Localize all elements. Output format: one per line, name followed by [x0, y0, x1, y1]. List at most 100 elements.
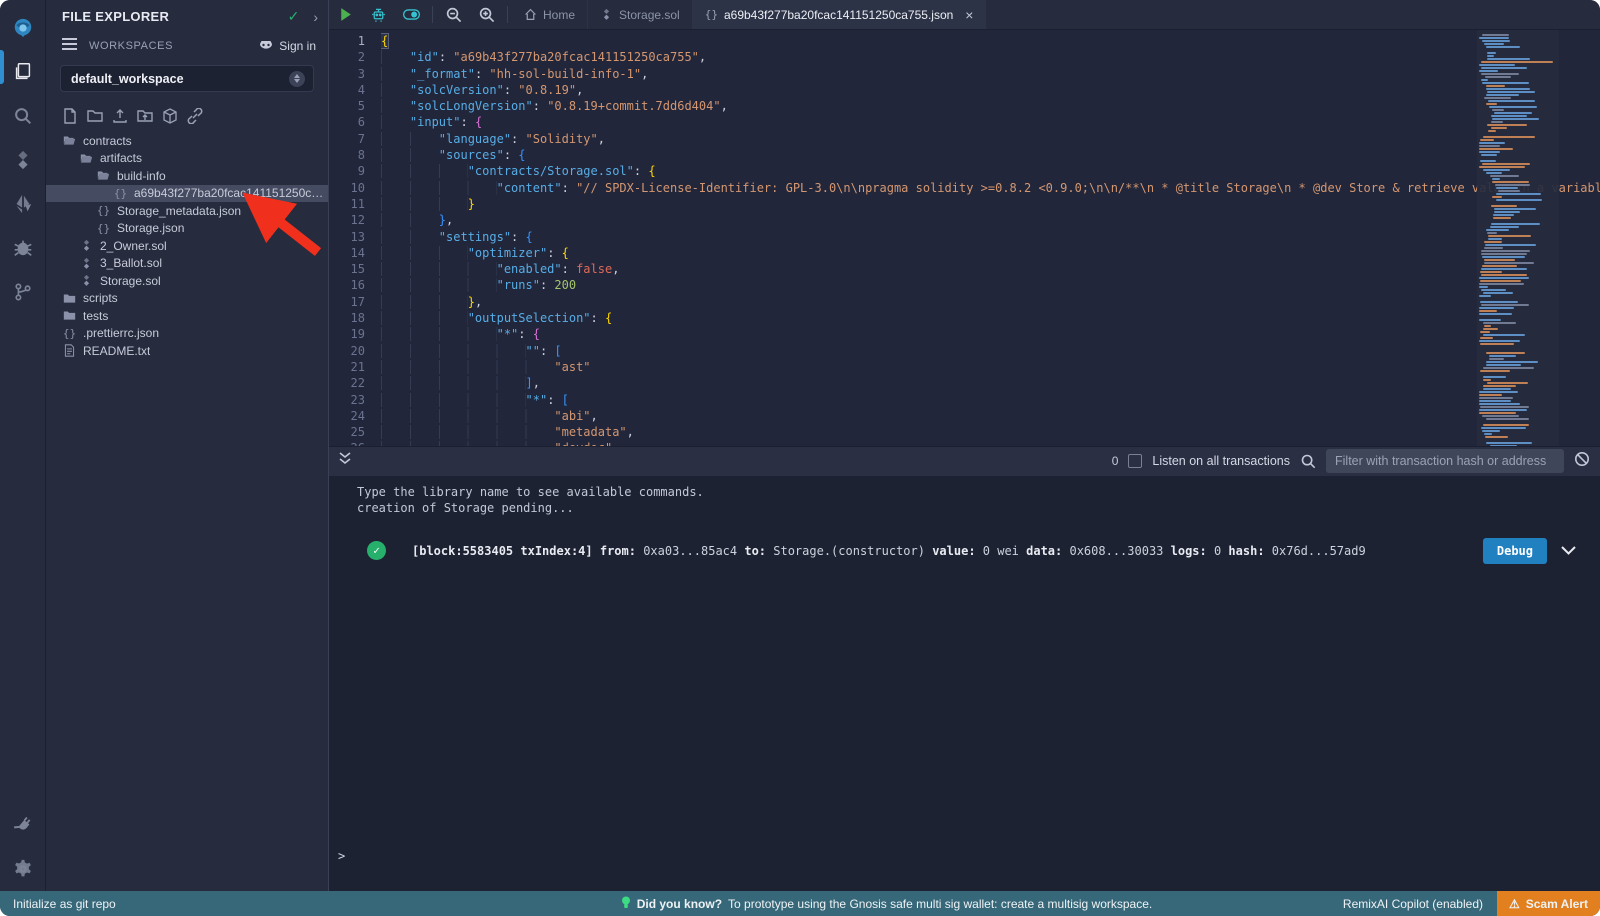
terminal-search-icon[interactable]: [1300, 453, 1316, 469]
run-script-button[interactable]: [329, 0, 362, 29]
clear-console-icon[interactable]: [1574, 451, 1590, 472]
cube-icon[interactable]: [162, 108, 178, 124]
line-number: 19: [329, 326, 381, 342]
debug-button[interactable]: Debug: [1483, 538, 1547, 564]
code-line[interactable]: 9 "contracts/Storage.sol": {: [329, 163, 1600, 179]
close-tab-icon[interactable]: ×: [965, 7, 973, 23]
code-line[interactable]: 24 "abi",: [329, 408, 1600, 424]
tree-item[interactable]: {}Storage.json: [46, 220, 328, 238]
terminal-collapse-icon[interactable]: [335, 450, 355, 472]
tree-item[interactable]: tests: [46, 307, 328, 325]
deploy-run-icon[interactable]: [0, 182, 46, 226]
workspaces-menu-icon[interactable]: [62, 37, 77, 55]
tree-item[interactable]: artifacts: [46, 150, 328, 168]
json-icon: {}: [96, 204, 111, 217]
code-line[interactable]: 5 "solcLongVersion": "0.8.19+commit.7dd6…: [329, 98, 1600, 114]
code-line[interactable]: 21 "ast": [329, 359, 1600, 375]
tree-item[interactable]: {}.prettierrc.json: [46, 325, 328, 343]
tree-item[interactable]: contracts: [46, 132, 328, 150]
line-number: 5: [329, 98, 381, 114]
panel-expand-icon[interactable]: ›: [313, 9, 318, 25]
code-line[interactable]: 22 ],: [329, 375, 1600, 391]
code-line[interactable]: 2 "id": "a69b43f277ba20fcac141151250ca75…: [329, 49, 1600, 65]
scam-alert-badge[interactable]: ⚠ Scam Alert: [1497, 891, 1600, 916]
terminal-prompt[interactable]: >: [338, 849, 345, 863]
terminal[interactable]: Type the library name to see available c…: [329, 476, 1600, 892]
tip-text: To prototype using the Gnosis safe multi…: [728, 897, 1152, 911]
file-explorer-icon[interactable]: [0, 50, 46, 94]
code-line[interactable]: 23 "*": [: [329, 392, 1600, 408]
tree-item-label: Storage.json: [117, 221, 184, 235]
code-line[interactable]: 15 "enabled": false,: [329, 261, 1600, 277]
tree-item[interactable]: 2_Owner.sol: [46, 237, 328, 255]
line-number: 8: [329, 147, 381, 163]
tree-item[interactable]: README.txt: [46, 342, 328, 360]
new-file-icon[interactable]: [62, 108, 78, 124]
code-line[interactable]: 4 "solcVersion": "0.8.19",: [329, 82, 1600, 98]
sign-in-button[interactable]: Sign in: [258, 39, 316, 53]
code-line[interactable]: 12 },: [329, 212, 1600, 228]
line-number: 10: [329, 180, 381, 196]
tree-item[interactable]: {}a69b43f277ba20fcac141151250ca7...: [46, 185, 328, 203]
tree-item[interactable]: {}Storage_metadata.json: [46, 202, 328, 220]
git-init-status[interactable]: Initialize as git repo: [0, 897, 430, 911]
upload-folder-icon[interactable]: [137, 108, 153, 124]
line-number: 14: [329, 245, 381, 261]
ai-copilot-robot-icon[interactable]: [362, 0, 395, 29]
code-line[interactable]: 7 "language": "Solidity",: [329, 131, 1600, 147]
minimap[interactable]: [1477, 30, 1559, 446]
code-line[interactable]: 18 "outputSelection": {: [329, 310, 1600, 326]
tree-item-label: Storage.sol: [100, 274, 161, 288]
code-line[interactable]: 8 "sources": {: [329, 147, 1600, 163]
code-line[interactable]: 10 "content": "// SPDX-License-Identifie…: [329, 180, 1600, 196]
listen-all-checkbox[interactable]: [1128, 454, 1142, 468]
code-line[interactable]: 17 },: [329, 294, 1600, 310]
editor-tabbar: Home Storage.sol {} a69b43f277ba20fcac14…: [329, 0, 1600, 30]
copilot-status[interactable]: RemixAI Copilot (enabled): [1343, 897, 1483, 911]
copilot-toggle[interactable]: [395, 0, 428, 29]
tab-storage-sol[interactable]: Storage.sol: [588, 0, 693, 29]
code-line[interactable]: 19 "*": {: [329, 326, 1600, 342]
folder-icon: [62, 292, 77, 305]
file-icon: [62, 344, 77, 357]
solidity-compiler-icon[interactable]: [0, 138, 46, 182]
link-icon[interactable]: [187, 108, 203, 124]
warning-icon: ⚠: [1509, 897, 1520, 911]
github-icon: [258, 39, 274, 53]
workspace-select[interactable]: default_workspace: [60, 65, 314, 92]
zoom-in-icon[interactable]: [470, 0, 503, 29]
tab-build-info-json[interactable]: {} a69b43f277ba20fcac141151250ca755.json…: [693, 0, 987, 29]
settings-gear-icon[interactable]: [0, 847, 46, 891]
code-line[interactable]: 26 "devdoc",: [329, 440, 1600, 445]
line-number: 24: [329, 408, 381, 424]
debugger-icon[interactable]: [0, 226, 46, 270]
code-line[interactable]: 20 "": [: [329, 343, 1600, 359]
json-icon: {}: [113, 187, 128, 200]
plugin-manager-icon[interactable]: [0, 803, 46, 847]
code-line[interactable]: 6 "input": {: [329, 114, 1600, 130]
remix-logo-icon[interactable]: [0, 6, 46, 50]
line-number: 16: [329, 277, 381, 293]
git-icon[interactable]: [0, 270, 46, 314]
code-line[interactable]: 3 "_format": "hh-sol-build-info-1",: [329, 66, 1600, 82]
code-line[interactable]: 13 "settings": {: [329, 229, 1600, 245]
tab-home[interactable]: Home: [512, 0, 588, 29]
code-line[interactable]: 11 }: [329, 196, 1600, 212]
zoom-out-icon[interactable]: [437, 0, 470, 29]
tx-filter-input[interactable]: [1326, 449, 1564, 473]
tx-expand-icon[interactable]: [1561, 546, 1576, 555]
tree-item[interactable]: scripts: [46, 290, 328, 308]
code-line[interactable]: 14 "optimizer": {: [329, 245, 1600, 261]
tree-item[interactable]: build-info: [46, 167, 328, 185]
terminal-log-line: Type the library name to see available c…: [357, 484, 1600, 500]
new-folder-icon[interactable]: [87, 108, 103, 124]
code-editor[interactable]: 1{2 "id": "a69b43f277ba20fcac141151250ca…: [329, 30, 1600, 446]
upload-file-icon[interactable]: [112, 108, 128, 124]
search-icon[interactable]: [0, 94, 46, 138]
folder-open-icon: [79, 152, 94, 165]
code-line[interactable]: 16 "runs": 200: [329, 277, 1600, 293]
code-line[interactable]: 1{: [329, 33, 1600, 49]
tree-item[interactable]: Storage.sol: [46, 272, 328, 290]
code-line[interactable]: 25 "metadata",: [329, 424, 1600, 440]
tree-item[interactable]: 3_Ballot.sol: [46, 255, 328, 273]
